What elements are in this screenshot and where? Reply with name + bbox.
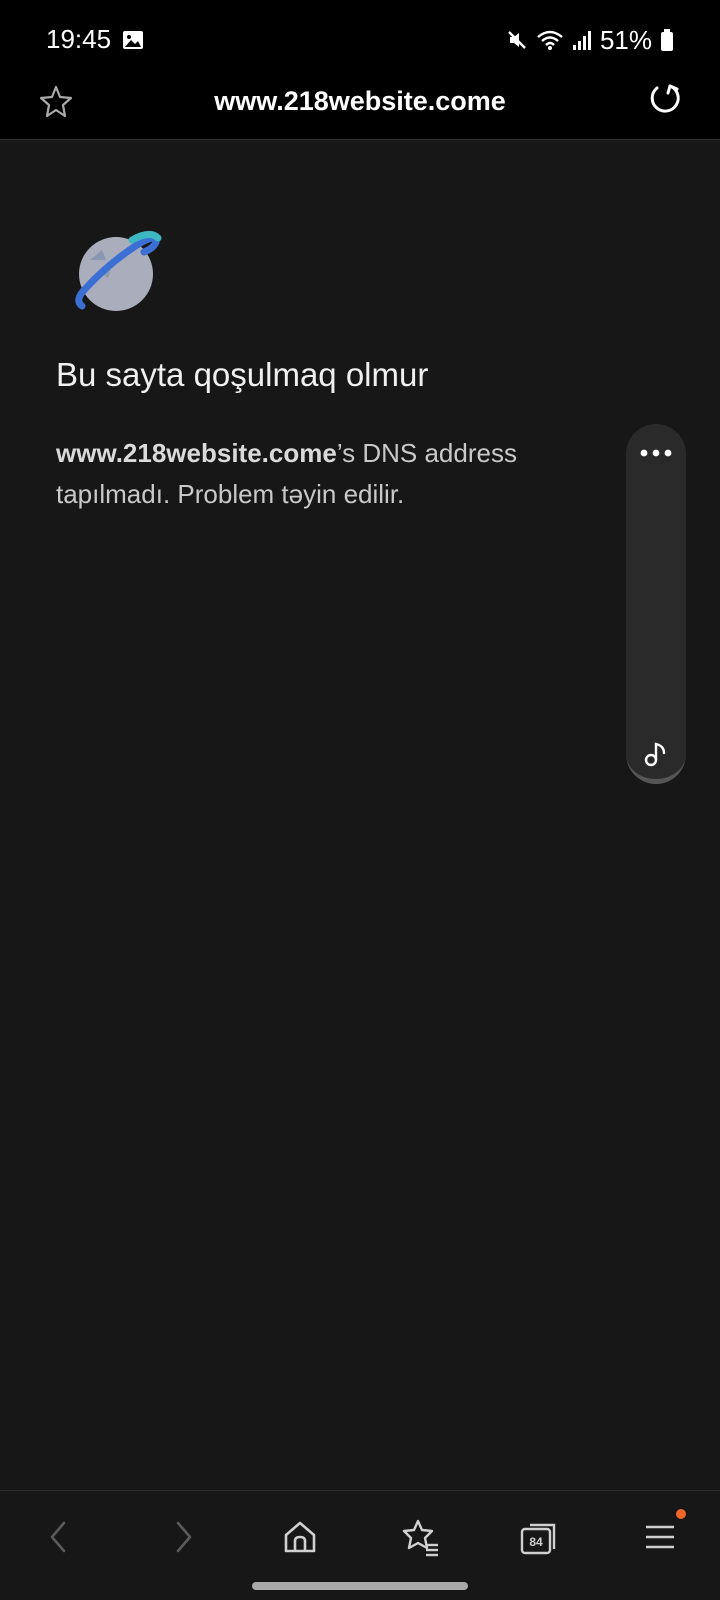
tab-count: 84 xyxy=(529,1535,543,1549)
mute-icon xyxy=(508,31,526,49)
error-url: www.218website.come xyxy=(56,438,337,468)
more-dots-icon[interactable] xyxy=(626,438,686,468)
reload-icon[interactable] xyxy=(646,82,682,120)
error-title: Bu sayta qoşulmaq olmur xyxy=(56,356,429,393)
battery-icon xyxy=(661,29,673,51)
bookmarks-icon[interactable] xyxy=(398,1515,442,1559)
music-note-icon[interactable] xyxy=(642,740,670,768)
home-icon[interactable] xyxy=(278,1515,322,1559)
error-description: www.218website.come’s DNS address tapılm… xyxy=(56,433,596,515)
battery-percentage: 51% xyxy=(599,24,652,55)
gallery-notification-icon xyxy=(123,31,143,49)
status-icons: 51% xyxy=(506,24,674,56)
forward-icon[interactable] xyxy=(160,1515,204,1559)
status-time: 19:45 xyxy=(46,24,112,54)
globe-icon xyxy=(75,231,162,311)
menu-notification-badge xyxy=(676,1509,686,1519)
url-display[interactable]: www.218website.come xyxy=(110,86,610,117)
status-bar: 19:45 51% xyxy=(0,0,720,80)
signal-icon xyxy=(572,31,591,50)
menu-icon[interactable] xyxy=(638,1515,682,1559)
tabs-icon[interactable]: 84 xyxy=(516,1515,560,1559)
side-panel[interactable] xyxy=(626,424,686,784)
wifi-icon xyxy=(537,30,563,50)
gesture-bar[interactable] xyxy=(252,1582,468,1590)
browser-toolbar: www.218website.come xyxy=(0,80,720,140)
star-outline-icon[interactable] xyxy=(38,84,74,120)
back-icon[interactable] xyxy=(38,1515,82,1559)
